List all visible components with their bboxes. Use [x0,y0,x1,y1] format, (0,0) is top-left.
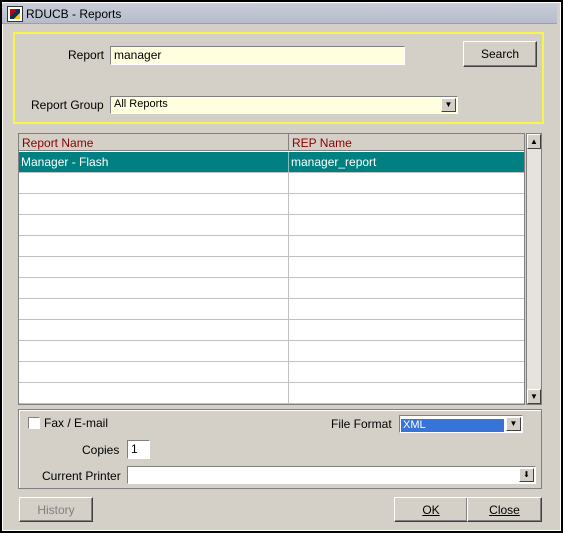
report-label: Report [68,48,105,62]
rep-name-cell [289,173,524,193]
close-button-label: Close [489,502,520,517]
rep-name-cell [289,299,524,319]
reports-table: Report Name REP Name Manager - Flash man… [18,133,525,405]
history-button-label: History [37,502,75,517]
fax-email-label: Fax / E-mail [44,416,109,430]
copies-label: Copies [82,443,120,457]
table-row[interactable] [19,299,524,320]
report-name-cell: Manager - Flash [19,152,289,172]
table-row[interactable] [19,236,524,257]
table-row[interactable] [19,215,524,236]
report-name-cell [19,257,289,277]
report-name-cell [19,341,289,361]
search-button-label: Search [480,47,520,61]
table-row[interactable] [19,320,524,341]
search-button[interactable]: Search [463,41,537,67]
chevron-down-icon[interactable]: ▼ [441,98,456,112]
report-name-cell [19,215,289,235]
report-group-label: Report Group [31,98,104,112]
close-button[interactable]: Close [467,497,542,522]
table-row[interactable] [19,362,524,383]
rep-name-cell [289,362,524,382]
report-name-cell [19,320,289,340]
table-row[interactable] [19,173,524,194]
table-row[interactable] [19,257,524,278]
report-name-cell [19,383,289,403]
report-group-value: All Reports [114,98,168,110]
table-row[interactable] [19,383,524,404]
table-row[interactable]: Manager - Flash manager_report [19,152,524,173]
table-row[interactable] [19,194,524,215]
table-header: Report Name REP Name [19,134,524,151]
ok-button[interactable]: OK [394,497,468,522]
chevron-down-icon[interactable]: ▼ [506,417,521,431]
rep-name-cell [289,236,524,256]
current-printer-select[interactable] [127,466,536,484]
fax-email-checkbox[interactable] [28,417,40,429]
file-format-value: XML [401,419,504,432]
options-panel: Fax / E-mail File Format XML ▼ Copies 1 … [18,409,542,489]
printer-dropdown-icon[interactable]: ⬇ [519,468,534,482]
report-name-cell [19,173,289,193]
report-name-cell [19,278,289,298]
search-panel: Report manager Search Report Group All R… [13,32,544,124]
copies-input[interactable]: 1 [127,440,150,459]
vertical-scrollbar[interactable]: ▲ ▼ [526,133,542,405]
rep-name-cell [289,215,524,235]
table-row[interactable] [19,341,524,362]
report-name-cell [19,194,289,214]
ok-button-label: OK [422,502,440,517]
rep-name-cell [289,320,524,340]
app-icon [7,5,23,22]
file-format-label: File Format [331,417,392,431]
rep-name-cell [289,257,524,277]
scroll-down-icon[interactable]: ▼ [527,389,541,404]
file-format-select[interactable]: XML [399,415,523,433]
title-bar[interactable]: RDUCB - Reports [2,4,557,24]
rep-name-cell [289,383,524,403]
rep-name-cell [289,278,524,298]
rep-name-cell [289,194,524,214]
window-title: RDUCB - Reports [26,6,122,21]
scroll-up-icon[interactable]: ▲ [527,134,541,149]
table-row[interactable] [19,278,524,299]
current-printer-label: Current Printer [42,469,121,483]
rep-name-cell: manager_report [291,155,377,169]
report-name-cell [19,299,289,319]
column-header-report-name[interactable]: Report Name [19,134,289,151]
table-body: Manager - Flash manager_report [19,152,524,404]
report-name-cell [19,236,289,256]
report-group-select[interactable]: All Reports [110,96,458,114]
rep-name-cell [289,341,524,361]
report-name-cell [19,362,289,382]
column-header-rep-name[interactable]: REP Name [289,134,524,151]
report-input[interactable]: manager [110,46,405,65]
history-button[interactable]: History [19,497,93,522]
